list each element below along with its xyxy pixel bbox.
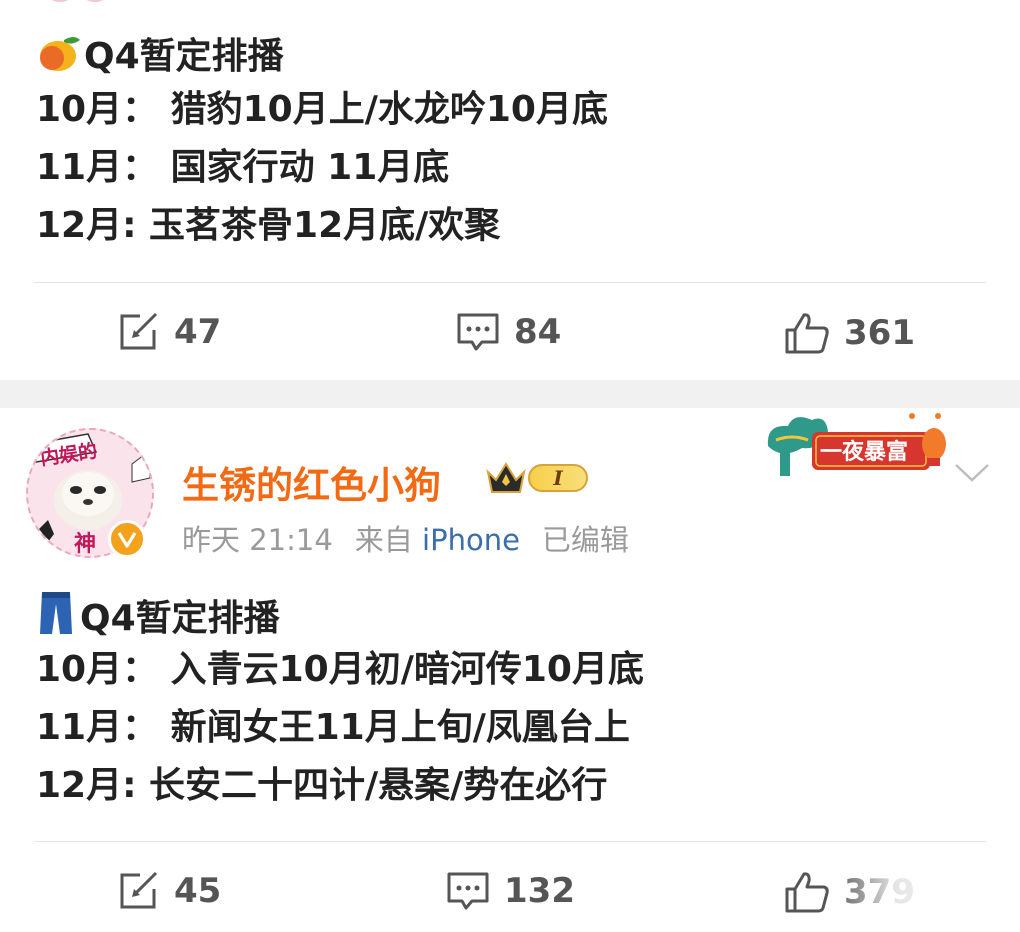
source-link[interactable]: iPhone xyxy=(422,523,520,557)
post-2-divider xyxy=(34,841,986,842)
comment-icon xyxy=(447,872,489,910)
repost-icon xyxy=(120,871,158,909)
comment-icon xyxy=(457,313,499,351)
comment-count: 84 xyxy=(514,312,562,352)
cropped-emoji-icon xyxy=(40,0,136,6)
vip-level: I xyxy=(528,464,588,492)
decoration-badge: 一夜暴富 xyxy=(762,410,952,480)
post-separator xyxy=(0,380,1020,408)
fade-overlay xyxy=(830,876,1020,932)
mango-icon xyxy=(36,30,82,85)
post-2-line-3: 11月： 新闻女王11月上旬/凤凰台上 xyxy=(36,707,630,748)
chevron-down-icon[interactable] xyxy=(954,462,990,488)
jeans-icon xyxy=(36,590,76,647)
post-2-comment-button[interactable]: 132 xyxy=(446,871,575,911)
post-2-line-2: 10月： 入青云10月初/暗河传10月底 xyxy=(36,649,644,690)
avatar-text-bottom: 神 xyxy=(74,532,97,557)
crown-icon xyxy=(486,462,526,493)
post-1-like-button[interactable]: 361 xyxy=(784,312,915,354)
like-icon xyxy=(785,313,829,354)
vip-crown-badge: I xyxy=(486,460,588,496)
like-icon xyxy=(785,872,829,913)
repost-count: 45 xyxy=(174,871,222,911)
decoration-text: 一夜暴富 xyxy=(820,440,909,465)
post-2-line-1: Q4暂定排播 xyxy=(36,590,280,647)
like-count: 361 xyxy=(844,313,915,353)
post-1-repost-button[interactable]: 47 xyxy=(118,312,221,352)
post-time: 昨天 21:14 xyxy=(182,523,333,557)
post-2-line-4: 12月: 长安二十四计/悬案/势在必行 xyxy=(36,765,608,806)
post-1-line-2: 10月： 猎豹10月上/水龙吟10月底 xyxy=(36,89,608,130)
post-source: 来自 iPhone xyxy=(354,523,520,557)
post-meta: 昨天 21:14 来自 iPhone 已编辑 xyxy=(182,517,629,559)
post-1-comment-button[interactable]: 84 xyxy=(456,312,561,352)
post-2-repost-button[interactable]: 45 xyxy=(118,871,221,911)
edited-label[interactable]: 已编辑 xyxy=(542,517,629,559)
comment-count: 132 xyxy=(504,871,575,911)
verified-badge-icon xyxy=(108,520,146,558)
username[interactable]: 生锈的红色小狗 xyxy=(182,455,441,509)
post-1-line-4: 12月: 玉茗茶骨12月底/欢聚 xyxy=(36,205,501,246)
repost-count: 47 xyxy=(174,312,222,352)
post-1-divider xyxy=(34,282,986,283)
post-1-line-3: 11月： 国家行动 11月底 xyxy=(36,147,450,188)
repost-icon xyxy=(120,312,158,350)
post-1-line-1: Q4暂定排播 xyxy=(36,30,284,85)
